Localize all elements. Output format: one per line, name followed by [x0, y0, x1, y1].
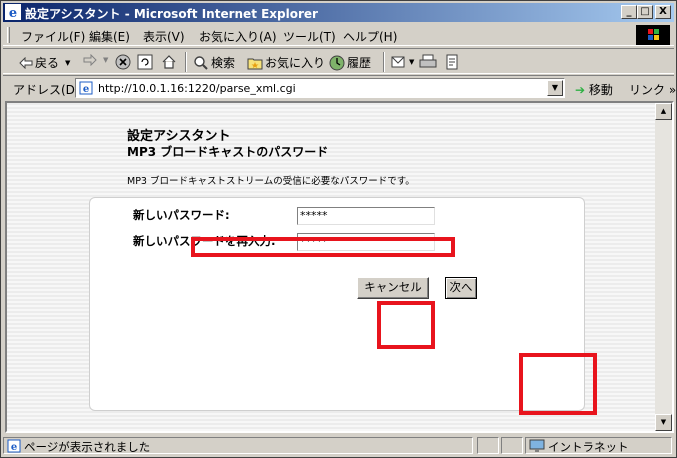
forward-arrow-icon: [83, 54, 97, 66]
svg-text:e: e: [9, 6, 17, 20]
status-main-cell: e ページが表示されました: [3, 437, 473, 454]
mail-button[interactable]: ▼: [391, 54, 414, 70]
status-cell: [501, 437, 523, 454]
document-icon: [446, 54, 458, 70]
status-zone-cell: イントラネット: [525, 437, 672, 454]
scroll-up-icon[interactable]: ▲: [655, 103, 672, 120]
page-icon: e: [79, 81, 93, 95]
address-bar: アドレス(D) e http://10.0.1.16:1220/parse_xm…: [3, 75, 676, 99]
content-viewport: 設定アシスタント MP3 ブロードキャストのパスワード MP3 ブロードキャスト…: [5, 101, 674, 433]
toolbar: 戻る ▼ ▼ 検索 お気に入り 履歴 ▼: [3, 48, 674, 74]
edit-page-button[interactable]: [445, 54, 459, 70]
page-done-icon: e: [7, 439, 21, 453]
search-button[interactable]: 検索: [193, 54, 235, 71]
back-button[interactable]: 戻る ▼: [19, 54, 70, 71]
stop-button[interactable]: [115, 54, 131, 70]
mail-icon: [391, 56, 405, 68]
menu-help[interactable]: ヘルプ(H): [343, 28, 397, 45]
highlight-section-title: [191, 237, 455, 257]
home-icon: [162, 55, 176, 69]
new-password-label: 新しいパスワード:: [133, 208, 230, 222]
go-button[interactable]: ➔ 移動: [575, 81, 613, 98]
mail-dropdown-icon: ▼: [409, 58, 415, 66]
status-zone: イントラネット: [548, 440, 629, 454]
search-label: 検索: [211, 56, 236, 70]
status-cell: [477, 437, 499, 454]
refresh-icon: [137, 54, 153, 70]
search-icon: [194, 55, 208, 70]
svg-text:e: e: [11, 442, 17, 453]
refresh-button[interactable]: [137, 54, 153, 70]
minimize-button[interactable]: _: [621, 5, 637, 19]
section-title: MP3 ブロードキャストのパスワード: [127, 145, 329, 159]
home-button[interactable]: [161, 54, 177, 70]
links-button[interactable]: リンク »: [629, 81, 676, 98]
address-url: http://10.0.1.16:1220/parse_xml.cgi: [98, 82, 296, 95]
menu-tools[interactable]: ツール(T): [283, 28, 336, 45]
maximize-button[interactable]: □: [637, 5, 653, 19]
window-title: 設定アシスタント - Microsoft Internet Explorer: [25, 7, 318, 21]
toolbar-separator: [185, 52, 187, 72]
ie-logo-icon: e: [5, 4, 21, 20]
windows-logo-icon: [636, 25, 670, 45]
address-input[interactable]: e http://10.0.1.16:1220/parse_xml.cgi ▼: [75, 78, 565, 98]
menu-grip: [7, 27, 10, 43]
status-text: ページが表示されました: [24, 440, 151, 454]
cancel-button[interactable]: キャンセル: [357, 277, 429, 299]
new-password-input[interactable]: *****: [297, 207, 435, 225]
highlight-next-button: [519, 353, 597, 415]
print-button[interactable]: [419, 54, 437, 70]
vertical-scrollbar[interactable]: ▲ ▼: [655, 103, 672, 431]
scroll-down-icon[interactable]: ▼: [655, 414, 672, 431]
favorites-label: お気に入り: [265, 56, 326, 70]
address-dropdown-icon[interactable]: ▼: [547, 80, 563, 96]
toolbar-separator: [383, 52, 385, 72]
menu-file[interactable]: ファイル(F): [21, 28, 85, 45]
highlight-password-fields: [377, 301, 435, 349]
history-label: 履歴: [347, 56, 372, 70]
favorites-button[interactable]: お気に入り: [247, 54, 325, 71]
menu-favorites[interactable]: お気に入り(A): [199, 28, 277, 45]
back-arrow-icon: [19, 56, 33, 69]
forward-button[interactable]: ▼: [83, 54, 108, 66]
address-label: アドレス(D): [13, 83, 80, 97]
svg-text:e: e: [83, 84, 89, 95]
printer-icon: [419, 54, 437, 68]
title-bar[interactable]: e 設定アシスタント - Microsoft Internet Explorer…: [3, 3, 674, 22]
settings-panel: [89, 197, 585, 411]
forward-dropdown-icon: ▼: [103, 56, 109, 64]
favorites-folder-icon: [247, 58, 263, 69]
browser-window: e 設定アシスタント - Microsoft Internet Explorer…: [0, 0, 677, 458]
menu-edit[interactable]: 編集(E): [89, 28, 130, 45]
description-text: MP3 ブロードキャストストリームの受信に必要なパスワードです。: [127, 176, 415, 187]
history-icon: [329, 55, 345, 70]
assistant-title: 設定アシスタント: [127, 129, 231, 144]
back-dropdown-icon: ▼: [65, 58, 71, 67]
menu-bar: ファイル(F) 編集(E) 表示(V) お気に入り(A) ツール(T) ヘルプ(…: [3, 24, 674, 46]
go-label: 移動: [588, 83, 613, 97]
go-arrow-icon: ➔: [575, 83, 586, 97]
close-button[interactable]: X: [655, 5, 671, 19]
next-button[interactable]: 次へ: [445, 277, 477, 299]
history-button[interactable]: 履歴: [329, 54, 371, 71]
intranet-icon: [529, 439, 545, 452]
back-label: 戻る: [35, 56, 60, 70]
status-bar: e ページが表示されました イントラネット: [3, 435, 674, 455]
menu-view[interactable]: 表示(V): [143, 28, 185, 45]
stop-icon: [115, 54, 131, 70]
